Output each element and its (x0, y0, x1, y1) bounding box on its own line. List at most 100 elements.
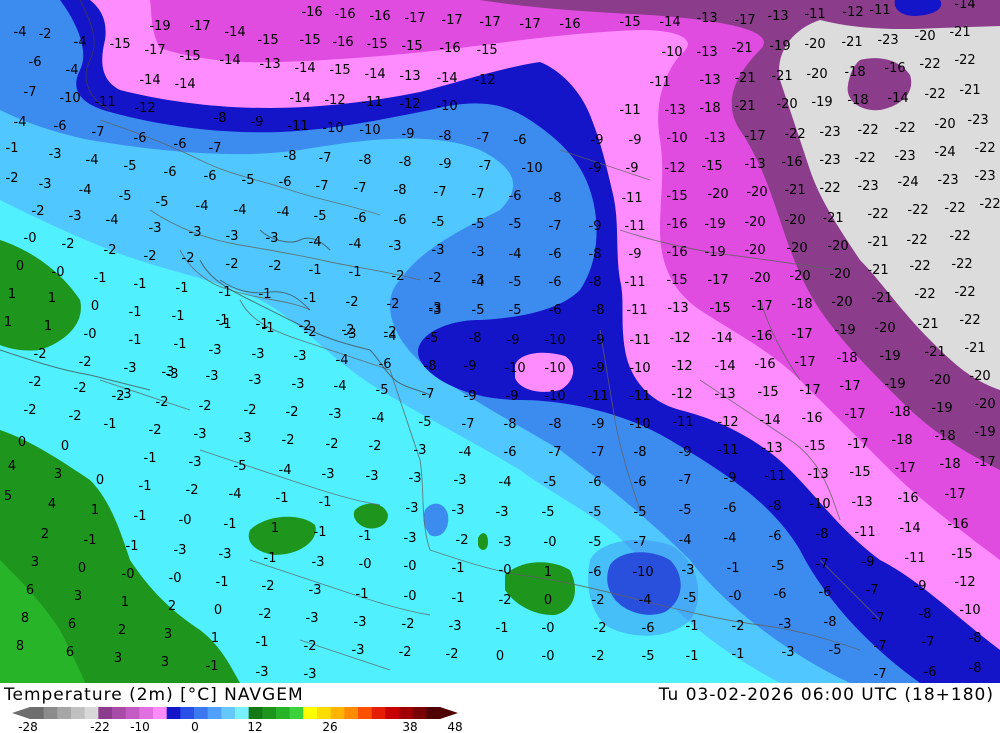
legend-swatch (344, 707, 359, 719)
temperature-value-label: -18 (889, 405, 910, 420)
temperature-value-label: -10 (359, 123, 380, 138)
temperature-value-label: -0 (729, 589, 742, 604)
temperature-value-label: -4 (229, 487, 242, 502)
temperature-value-label: -20 (827, 239, 848, 254)
temperature-value-label: -9 (464, 359, 477, 374)
temperature-value-label: -16 (301, 5, 322, 20)
temperature-value-label: -11 (869, 3, 890, 18)
temperature-value-label: -8 (769, 499, 782, 514)
temperature-value-label: 4 (8, 459, 16, 474)
temperature-value-label: -15 (476, 43, 497, 58)
legend-label: -10 (130, 720, 150, 733)
temperature-value-label: -3 (304, 667, 317, 682)
temperature-value-label: -2 (592, 593, 605, 608)
temperature-value-label: -11 (629, 333, 650, 348)
temperature-value-label: -22 (954, 285, 975, 300)
temperature-value-label: -10 (436, 99, 457, 114)
temperature-value-label: -10 (632, 565, 653, 580)
temperature-value-label: -21 (867, 263, 888, 278)
temperature-value-label: -2 (29, 375, 42, 390)
temperature-value-label: -16 (751, 329, 772, 344)
temperature-value-label: -7 (592, 445, 605, 460)
temperature-value-label: -17 (799, 383, 820, 398)
legend-swatch (371, 707, 386, 719)
temperature-value-label: -3 (452, 503, 465, 518)
temperature-value-label: 0 (16, 259, 24, 274)
temperature-value-label: -5 (426, 331, 439, 346)
temperature-value-label: -13 (714, 387, 735, 402)
temperature-value-label: -5 (472, 217, 485, 232)
temperature-value-label: -5 (642, 649, 655, 664)
temperature-value-label: -3 (682, 563, 695, 578)
temperature-value-label: -18 (699, 101, 720, 116)
temperature-value-label: -4 (472, 275, 485, 290)
temperature-value-label: -22 (951, 257, 972, 272)
temperature-value-label: -2 (32, 204, 45, 219)
temperature-value-label: -4 (384, 329, 397, 344)
temperature-value-label: -5 (544, 475, 557, 490)
temperature-value-label: -5 (829, 643, 842, 658)
temperature-value-label: -17 (707, 273, 728, 288)
temperature-value-label: -22 (959, 313, 980, 328)
temperature-value-label: -14 (174, 77, 195, 92)
temperature-value-label: -1 (84, 533, 97, 548)
legend-swatch (303, 707, 318, 719)
temperature-value-label: -17 (944, 487, 965, 502)
temperature-value-label: -7 (549, 219, 562, 234)
temperature-value-label: -6 (134, 131, 147, 146)
temperature-value-label: -0 (542, 621, 555, 636)
temperature-value-label: -0 (24, 231, 37, 246)
temperature-value-label: 1 (121, 595, 129, 610)
temperature-value-label: -11 (619, 103, 640, 118)
temperature-value-label: -3 (189, 455, 202, 470)
temperature-value-label: -15 (709, 301, 730, 316)
temperature-value-label: -21 (731, 41, 752, 56)
temperature-value-label: -2 (592, 649, 605, 664)
temperature-value-label: -3 (429, 303, 442, 318)
temperature-value-label: -9 (439, 157, 452, 172)
temperature-value-label: -22 (914, 287, 935, 302)
temperature-value-label: -17 (791, 327, 812, 342)
temperature-value-label: -3 (449, 619, 462, 634)
temperature-value-label: -10 (666, 131, 687, 146)
legend-swatch (207, 707, 222, 719)
temperature-value-label: -21 (949, 25, 970, 40)
temperature-value-label: 3 (161, 655, 169, 670)
temperature-value-label: -20 (784, 213, 805, 228)
temperature-value-label: -1 (686, 649, 699, 664)
temperature-value-label: -9 (592, 361, 605, 376)
temperature-value-label: 0 (96, 473, 104, 488)
legend-label: 12 (247, 720, 262, 733)
temperature-value-label: -14 (294, 61, 315, 76)
temperature-value-label: -7 (434, 185, 447, 200)
temperature-value-label: -2 (262, 579, 275, 594)
temperature-value-label: -3 (162, 365, 175, 380)
temperature-value-label: -11 (854, 525, 875, 540)
temperature-value-label: -1 (139, 479, 152, 494)
temperature-value-label: -2 (387, 297, 400, 312)
temperature-value-label: -6 (634, 475, 647, 490)
temperature-value-label: -7 (549, 445, 562, 460)
temperature-value-label: -3 (322, 467, 335, 482)
temperature-value-label: -19 (879, 349, 900, 364)
temperature-value-label: -18 (934, 429, 955, 444)
temperature-value-label: -21 (822, 211, 843, 226)
temperature-value-label: -4 (509, 247, 522, 262)
temperature-value-label: -11 (361, 95, 382, 110)
temperature-value-label: -11 (624, 219, 645, 234)
temperature-value-label: -23 (819, 153, 840, 168)
temperature-value-label: 3 (31, 555, 39, 570)
temperature-value-label: -11 (764, 469, 785, 484)
legend-swatch (57, 707, 72, 719)
temperature-value-label: -20 (746, 185, 767, 200)
temperature-value-label: -1 (216, 575, 229, 590)
temperature-value-label: -3 (239, 431, 252, 446)
temperature-value-label: -13 (704, 131, 725, 146)
temperature-value-label: -13 (664, 103, 685, 118)
temperature-value-label: 1 (271, 521, 279, 536)
temperature-value-label: -0 (542, 649, 555, 664)
temperature-value-label: -1 (134, 277, 147, 292)
temperature-value-label: -9 (506, 389, 519, 404)
temperature-value-label: 0 (544, 593, 552, 608)
temperature-value-label: -12 (842, 5, 863, 20)
